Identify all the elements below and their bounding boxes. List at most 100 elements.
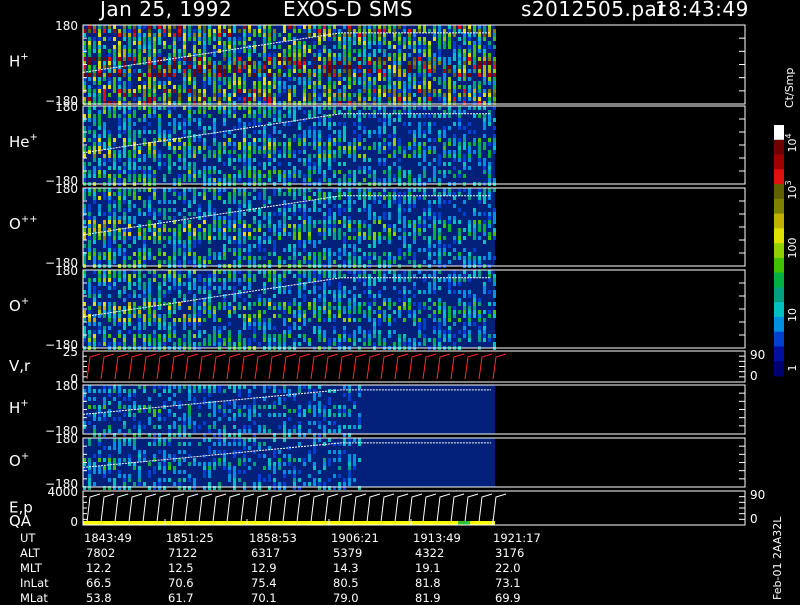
spectrogram-cell: [198, 89, 201, 93]
spectrogram-cell: [393, 260, 396, 264]
spectrogram-cell: [193, 188, 196, 192]
spectrogram-cell: [163, 385, 166, 389]
spectrogram-cell: [213, 77, 216, 81]
spectrogram-cell: [208, 278, 211, 282]
spectrogram-cell: [423, 236, 426, 240]
spectrogram-cell: [263, 49, 266, 53]
sweep-trace: [367, 354, 380, 379]
spectrogram-cell: [478, 73, 481, 77]
spectrogram-cell: [288, 170, 291, 174]
spectrogram-cell: [418, 228, 421, 232]
spectrogram-cell: [298, 286, 301, 290]
spectrogram-cell: [203, 57, 206, 61]
spectrogram-cell: [378, 142, 381, 146]
spectrogram-cell: [218, 110, 221, 114]
spectrogram-cell: [478, 49, 481, 53]
spectrogram-cell: [413, 200, 416, 204]
spectrogram-cell: [268, 342, 271, 346]
spectrogram-cell: [453, 97, 456, 101]
spectrogram-cell: [243, 318, 246, 322]
spectrogram-cell: [398, 77, 401, 81]
spectrogram-cell: [143, 118, 146, 122]
spectrogram-cell: [103, 385, 106, 389]
spectrogram-cell: [178, 248, 181, 252]
spectrogram-cell: [173, 146, 176, 150]
spectrogram-cell: [98, 188, 101, 192]
spectrogram-cell: [178, 192, 181, 196]
spectrogram-cell: [193, 37, 196, 41]
spectrogram-cell: [448, 278, 451, 282]
spectrogram-cell: [468, 49, 471, 53]
spectrogram-cell: [103, 342, 106, 346]
spectrogram-cell: [383, 212, 386, 216]
spectrogram-cell: [263, 85, 266, 89]
spectrogram-cell: [158, 224, 161, 228]
spectrogram-cell: [463, 330, 466, 334]
spectrogram-cell: [423, 45, 426, 49]
spectrogram-cell: [173, 260, 176, 264]
spectrogram-cell: [233, 425, 236, 429]
spectrogram-cell: [478, 220, 481, 224]
spectrogram-cell: [183, 196, 186, 200]
spectrogram-cell: [128, 106, 131, 110]
spectrogram-cell: [308, 252, 311, 256]
spectrogram-cell: [178, 417, 181, 421]
spectrogram-cell: [438, 154, 441, 158]
spectrogram-cell: [253, 196, 256, 200]
spectrogram-cell: [493, 138, 496, 142]
spectrogram-cell: [228, 401, 231, 405]
spectrogram-cell: [493, 85, 496, 89]
spectrogram-cell: [318, 208, 321, 212]
spectrogram-cell: [148, 57, 151, 61]
spectrogram-cell: [383, 342, 386, 346]
spectrogram-cell: [183, 326, 186, 330]
spectrogram-cell: [448, 220, 451, 224]
spectrogram-cell: [338, 73, 341, 77]
spectrogram-cell: [208, 154, 211, 158]
spectrogram-cell: [358, 65, 361, 69]
spectrogram-cell: [218, 224, 221, 228]
spectrogram-cell: [243, 425, 246, 429]
spectrogram-cell: [373, 256, 376, 260]
spectrogram-cell: [313, 260, 316, 264]
spectrogram-cell: [378, 69, 381, 73]
spectrogram-cell: [168, 114, 171, 118]
spectrogram-cell: [343, 93, 346, 97]
spectrogram-cell: [248, 192, 251, 196]
spectrogram-cell: [203, 154, 206, 158]
spectrogram-cell: [428, 45, 431, 49]
spectrogram-cell: [488, 138, 491, 142]
spectrogram-cell: [103, 37, 106, 41]
spectrogram-cell: [238, 334, 241, 338]
spectrogram-cell: [343, 37, 346, 41]
spectrogram-cell: [323, 204, 326, 208]
spectrogram-cell: [428, 314, 431, 318]
spectrogram-cell: [318, 106, 321, 110]
spectrogram-cell: [103, 97, 106, 101]
spectrogram-cell: [203, 196, 206, 200]
spectrogram-cell: [223, 278, 226, 282]
spectrogram-cell: [463, 73, 466, 77]
spectrogram-cell: [443, 338, 446, 342]
spectrogram-cell: [308, 260, 311, 264]
spectrogram-cell: [283, 73, 286, 77]
spectrogram-cell: [393, 278, 396, 282]
spectrogram-cell: [273, 338, 276, 342]
spectrogram-cell: [173, 216, 176, 220]
spectrogram-cell: [453, 73, 456, 77]
sweep-trace: [101, 354, 114, 379]
spectrogram-cell: [358, 166, 361, 170]
spectrogram-cell: [218, 150, 221, 154]
spectrogram-cell: [463, 126, 466, 130]
spectrogram-cell: [333, 174, 336, 178]
spectrogram-cell: [203, 170, 206, 174]
spectrogram-cell: [488, 314, 491, 318]
spectrogram-cell: [128, 77, 131, 81]
spectrogram-cell: [273, 306, 276, 310]
spectrogram-cell: [113, 77, 116, 81]
spectrogram-cell: [163, 322, 166, 326]
spectrogram-cell: [448, 310, 451, 314]
spectrogram-cell: [493, 89, 496, 93]
spectrogram-cell: [203, 232, 206, 236]
spectrogram-cell: [138, 130, 141, 134]
